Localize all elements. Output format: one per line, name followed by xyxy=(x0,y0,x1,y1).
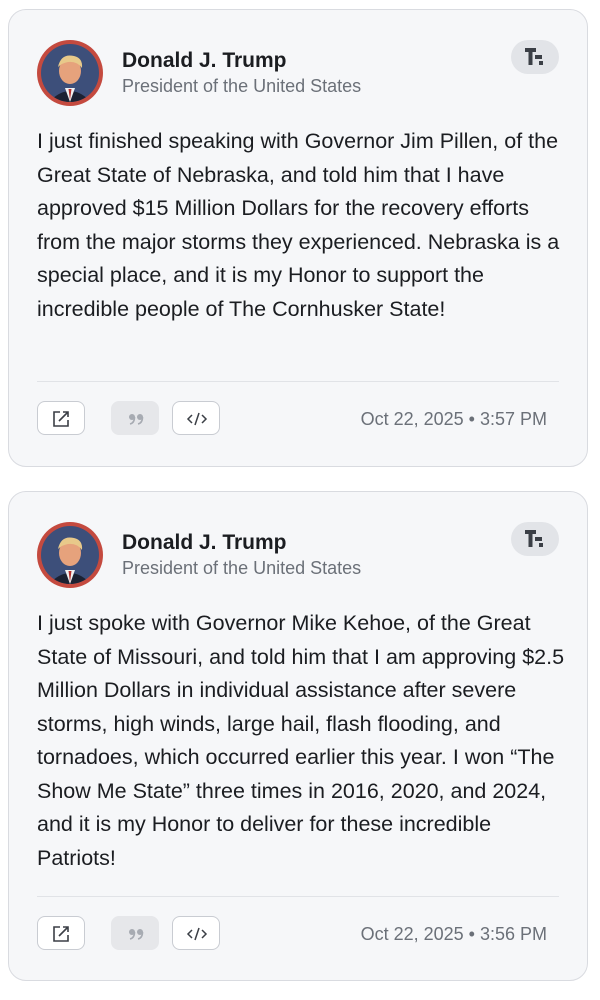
code-icon xyxy=(186,927,208,941)
embed-button[interactable] xyxy=(172,916,220,950)
post-card: Donald J. Trump President of the United … xyxy=(8,491,588,981)
avatar[interactable] xyxy=(37,522,103,588)
truth-social-logo-icon[interactable] xyxy=(511,522,559,556)
quote-icon xyxy=(129,929,144,940)
post-text: I just finished speaking with Governor J… xyxy=(37,129,560,321)
author-name[interactable]: Donald J. Trump xyxy=(122,531,287,555)
code-icon xyxy=(186,412,208,426)
share-button[interactable] xyxy=(37,401,85,435)
embed-button[interactable] xyxy=(172,401,220,435)
post-text: I just spoke with Governor Mike Kehoe, o… xyxy=(37,611,565,870)
external-link-icon xyxy=(53,411,69,427)
avatar-portrait-icon xyxy=(41,526,99,584)
external-link-icon xyxy=(53,926,69,942)
divider xyxy=(37,381,559,382)
author-title: President of the United States xyxy=(122,558,362,578)
share-button[interactable] xyxy=(37,916,85,950)
post-timestamp[interactable]: Oct 22, 2025 • 3:57 PM xyxy=(361,409,547,430)
author-title: President of the United States xyxy=(122,76,362,96)
quote-button[interactable] xyxy=(111,916,159,950)
avatar-portrait-icon xyxy=(41,44,99,102)
avatar[interactable] xyxy=(37,40,103,106)
quote-icon xyxy=(129,414,144,425)
divider xyxy=(37,896,559,897)
quote-button[interactable] xyxy=(111,401,159,435)
post-card: Donald J. Trump President of the United … xyxy=(8,9,588,467)
truth-social-logo-icon[interactable] xyxy=(511,40,559,74)
author-name[interactable]: Donald J. Trump xyxy=(122,49,287,73)
post-timestamp[interactable]: Oct 22, 2025 • 3:56 PM xyxy=(361,924,547,945)
